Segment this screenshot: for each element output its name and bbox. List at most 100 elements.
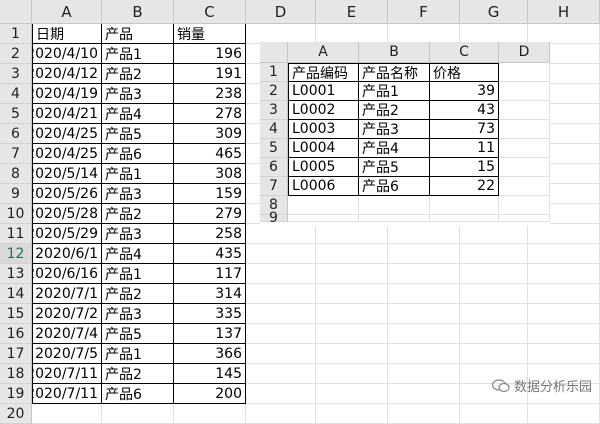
grid-cell[interactable] [528,244,600,264]
embed-table-cell[interactable]: L0005 [288,158,359,177]
embed-table-cell[interactable]: 43 [430,101,499,120]
grid-cell[interactable] [388,364,460,384]
grid-cell[interactable] [460,404,528,424]
table-cell[interactable]: 2020/4/12 [32,64,102,84]
row-header[interactable]: 15 [0,304,32,324]
column-header-g[interactable]: G [460,0,528,24]
embed-table-cell[interactable]: 产品5 [359,158,430,177]
embed-grid-cell[interactable] [430,215,499,222]
grid-cell[interactable] [246,264,316,284]
embed-row-header[interactable]: 6 [260,158,288,177]
grid-cell[interactable] [246,304,316,324]
embed-table-cell[interactable]: 15 [430,158,499,177]
column-header-e[interactable]: E [316,0,388,24]
table-cell[interactable]: 产品3 [102,184,174,204]
grid-cell[interactable] [388,344,460,364]
embed-table-cell[interactable]: L0004 [288,139,359,158]
table-cell[interactable]: 335 [174,304,246,324]
table-cell[interactable]: 2020/7/5 [32,344,102,364]
row-header[interactable]: 19 [0,384,32,404]
grid-cell[interactable] [528,264,600,284]
grid-cell[interactable] [246,224,316,244]
table-cell[interactable]: 145 [174,364,246,384]
row-header[interactable]: 3 [0,64,32,84]
table-cell[interactable]: 2020/7/11 [32,364,102,384]
table-cell[interactable]: 159 [174,184,246,204]
embed-grid-cell[interactable] [499,120,550,139]
grid-cell[interactable] [528,24,600,44]
grid-cell[interactable] [460,224,528,244]
embed-table-cell[interactable]: 73 [430,120,499,139]
embed-column-title-cell[interactable]: 产品编码 [288,63,359,82]
embed-column-header-a[interactable]: A [288,42,359,63]
table-cell[interactable]: 产品6 [102,384,174,404]
table-cell[interactable]: 465 [174,144,246,164]
row-header[interactable]: 18 [0,364,32,384]
row-header[interactable]: 11 [0,224,32,244]
grid-cell[interactable] [460,244,528,264]
table-cell[interactable]: 2020/4/19 [32,84,102,104]
grid-cell[interactable] [528,284,600,304]
table-cell[interactable] [102,404,174,424]
table-cell[interactable] [174,404,246,424]
table-cell[interactable]: 2020/5/28 [32,204,102,224]
embed-column-header-d[interactable]: D [499,42,550,63]
table-cell[interactable]: 2020/7/2 [32,304,102,324]
table-cell[interactable]: 196 [174,44,246,64]
grid-cell[interactable] [388,284,460,304]
grid-cell[interactable] [316,364,388,384]
embed-table-cell[interactable]: 产品2 [359,101,430,120]
table-cell[interactable]: 2020/4/25 [32,124,102,144]
embed-grid-cell[interactable] [499,215,550,222]
embed-row-header[interactable]: 9 [260,210,288,226]
table-cell[interactable]: 产品3 [102,224,174,244]
grid-cell[interactable] [528,304,600,324]
column-header-h[interactable]: H [528,0,600,24]
column-title-cell[interactable]: 日期 [32,24,102,44]
table-cell[interactable]: 314 [174,284,246,304]
embed-row-header[interactable]: 5 [260,139,288,158]
embed-grid-cell[interactable] [359,196,430,215]
embed-grid-cell[interactable] [499,63,550,82]
row-header[interactable]: 7 [0,144,32,164]
embed-table-cell[interactable]: L0001 [288,82,359,101]
embed-row-header[interactable]: 3 [260,101,288,120]
table-cell[interactable]: 2020/7/11 [32,384,102,404]
grid-cell[interactable] [316,24,388,44]
embed-grid-cell[interactable] [499,177,550,196]
embed-row-header[interactable]: 4 [260,120,288,139]
grid-cell[interactable] [460,324,528,344]
embed-table-cell[interactable]: 22 [430,177,499,196]
embed-table-cell[interactable]: L0006 [288,177,359,196]
embed-grid-cell[interactable] [499,139,550,158]
table-cell[interactable]: 366 [174,344,246,364]
row-header[interactable]: 12 [0,244,32,264]
grid-cell[interactable] [246,344,316,364]
row-header[interactable]: 4 [0,84,32,104]
table-cell[interactable]: 产品2 [102,64,174,84]
table-cell[interactable]: 2020/4/10 [32,44,102,64]
grid-cell[interactable] [316,244,388,264]
grid-cell[interactable] [316,384,388,404]
column-title-cell[interactable]: 销量 [174,24,246,44]
table-cell[interactable]: 产品5 [102,324,174,344]
grid-cell[interactable] [388,264,460,284]
table-cell[interactable]: 2020/5/29 [32,224,102,244]
column-header-c[interactable]: C [174,0,246,24]
grid-cell[interactable] [316,344,388,364]
grid-cell[interactable] [528,344,600,364]
table-cell[interactable]: 2020/6/16 [32,264,102,284]
embed-column-title-cell[interactable]: 产品名称 [359,63,430,82]
grid-cell[interactable] [388,404,460,424]
table-cell[interactable]: 产品5 [102,124,174,144]
embed-table-cell[interactable]: 产品6 [359,177,430,196]
embed-select-all-corner[interactable] [260,42,288,63]
grid-cell[interactable] [388,324,460,344]
grid-cell[interactable] [460,304,528,324]
grid-cell[interactable] [316,304,388,324]
embed-column-header-c[interactable]: C [430,42,499,63]
grid-cell[interactable] [316,324,388,344]
table-cell[interactable]: 238 [174,84,246,104]
table-cell[interactable]: 产品1 [102,344,174,364]
table-cell[interactable]: 308 [174,164,246,184]
